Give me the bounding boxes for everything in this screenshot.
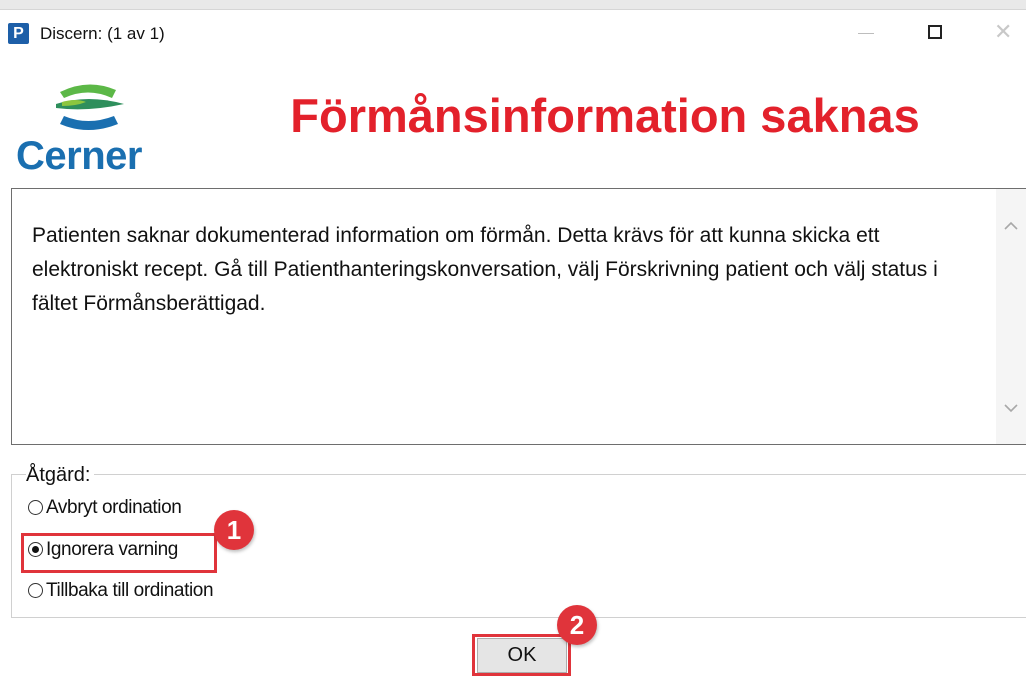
vertical-scrollbar[interactable] [996,189,1026,444]
window-title: Discern: (1 av 1) [40,24,165,43]
action-label: Åtgärd: [26,464,95,487]
annotation-badge-1: 1 [214,510,254,550]
close-icon: ✕ [994,19,1013,44]
radio-avbryt-ordination[interactable]: Avbryt ordination [28,497,182,523]
message-text: Patienten saknar dokumenterad informatio… [32,224,938,315]
radio-tillbaka-till-ordination[interactable]: Tillbaka till ordination [28,580,214,606]
cerner-logo-mark-icon [56,84,124,130]
cerner-logo: Cerner [16,78,166,178]
message-box: Patienten saknar dokumenterad informatio… [11,188,1026,445]
highlight-box-1 [21,533,217,573]
maximize-button[interactable] [912,16,958,50]
chevron-up-icon[interactable] [1002,217,1020,235]
close-button[interactable]: ✕ [980,16,1026,50]
radio-button[interactable] [28,583,43,598]
chevron-down-icon[interactable] [1002,399,1020,417]
highlight-box-2 [472,634,571,676]
title-bar: P Discern: (1 av 1) ✕ [0,10,1026,54]
radio-button[interactable] [28,500,43,515]
app-icon: P [8,23,29,44]
minimize-icon [858,33,874,34]
top-edge [0,0,1026,10]
maximize-icon [928,25,942,39]
radio-label: Tillbaka till ordination [46,580,214,601]
minimize-button[interactable] [840,16,886,50]
alert-title: Förmånsinformation saknas [290,89,920,142]
annotation-badge-2: 2 [557,605,597,645]
logo-text: Cerner [16,134,142,178]
radio-label: Avbryt ordination [46,497,182,518]
